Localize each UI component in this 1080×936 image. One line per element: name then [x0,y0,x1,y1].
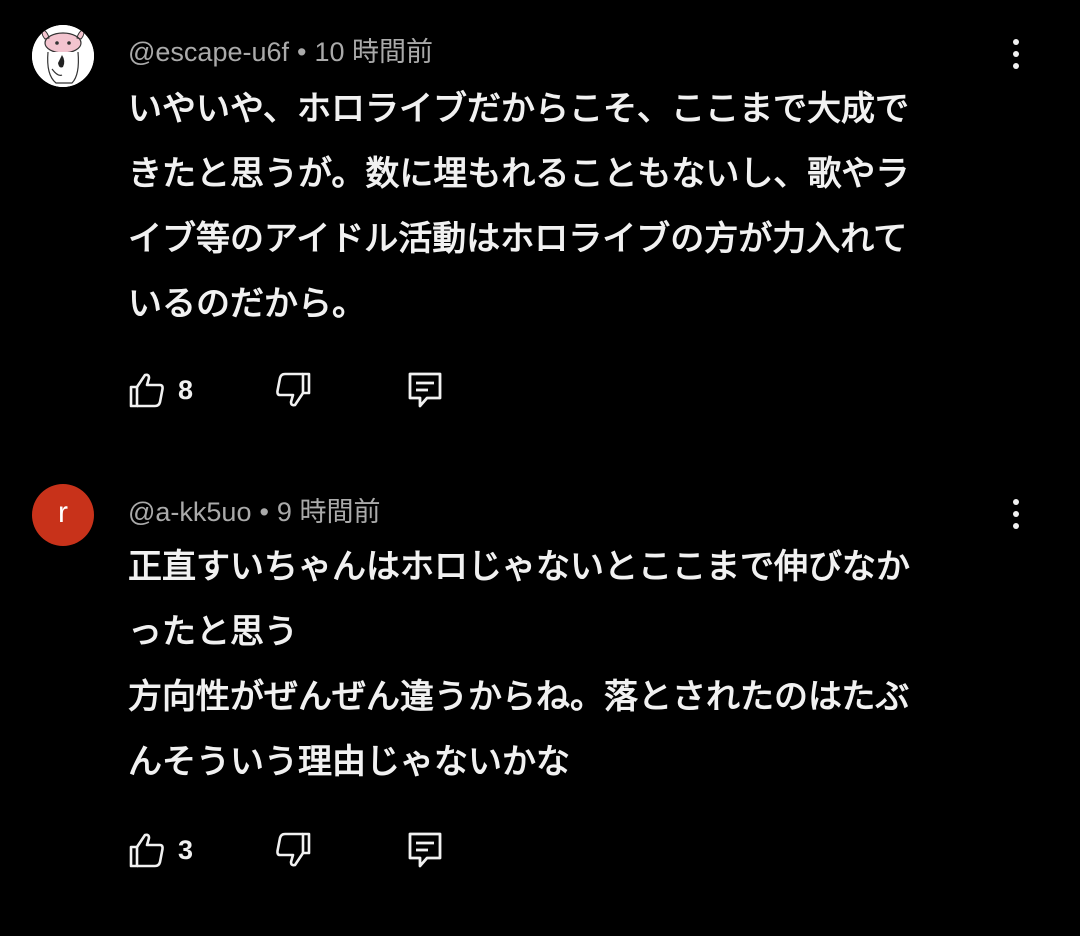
thumbs-up-icon [129,833,164,868]
comment-text-line: きたと思うが。数に埋もれることもないし、歌やラ [128,154,910,194]
author-avatar[interactable]: r [32,484,94,546]
author-name[interactable]: @escape-u6f [128,37,289,67]
comment-text-line: ったと思う [128,612,298,652]
cow-avatar-icon [32,25,94,87]
comment-text-line: 方向性がぜんぜん違うからね。落とされたのはたぶ [128,677,910,717]
author-name[interactable]: @a-kk5uo [128,497,251,527]
meta-separator: • [259,497,269,527]
reply-comment-icon [408,832,442,868]
comment-item: @escape-u6f • 10 時間前 いやいや、ホロライブだからこそ、ここまで大… [0,0,1080,460]
like-button[interactable]: 8 [128,368,193,412]
like-button[interactable]: 3 [128,828,193,872]
meta-separator: • [297,37,307,67]
comment-time: 10 時間前 [314,37,433,67]
comment-meta: @escape-u6f • 10 時間前 [128,30,433,69]
comment-text-line: イブ等のアイドル活動はホロライブの方が力入れて [128,219,908,259]
comment-time: 9 時間前 [276,497,381,527]
comment-text: いやいや、ホロライブだからこそ、ここまで大成で きたと思うが。数に埋もれることも… [128,77,998,337]
dislike-button[interactable] [274,828,312,872]
comment-text: 正直すいちゃんはホロじゃないとここまで伸びなか ったと思う 方向性がぜんぜん違う… [128,535,998,795]
comment-actions: 3 [128,828,468,872]
reply-button[interactable] [406,828,444,872]
comment-meta: @a-kk5uo • 9 時間前 [128,490,380,529]
comment-item: r @a-kk5uo • 9 時間前 正直すいちゃんはホロじゃないとここまで伸びなか… [0,460,1080,936]
thumbs-down-icon [276,832,311,867]
like-count: 3 [178,834,194,865]
author-avatar[interactable] [32,25,94,87]
comment-text-line: いるのだから。 [128,284,366,324]
comment-text-line: いやいや、ホロライブだからこそ、ここまで大成で [128,89,909,129]
dislike-button[interactable] [274,368,312,412]
more-vert-icon[interactable] [1002,34,1030,74]
more-vert-icon[interactable] [1002,494,1030,534]
avatar-letter: r [58,496,68,529]
comment-text-line: んそういう理由じゃないかな [128,742,570,782]
like-count: 8 [178,374,194,405]
thumbs-down-icon [276,372,311,407]
reply-button[interactable] [406,368,444,412]
comment-actions: 8 [128,368,468,412]
comment-text-line: 正直すいちゃんはホロじゃないとここまで伸びなか [128,547,910,587]
reply-comment-icon [408,372,442,408]
thumbs-up-icon [129,373,164,408]
